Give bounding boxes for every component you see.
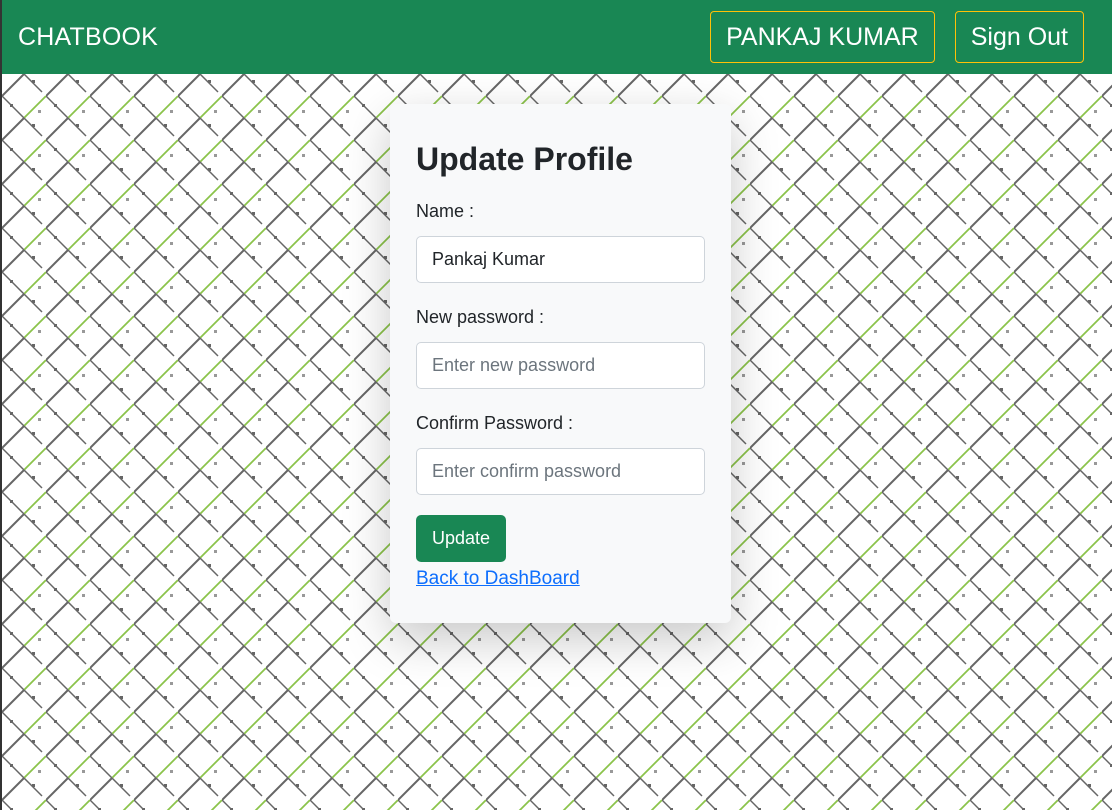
update-profile-card: Update Profile Name : New password : Con…: [390, 104, 731, 623]
user-profile-button[interactable]: PANKAJ KUMAR: [710, 11, 935, 63]
brand-logo[interactable]: CHATBOOK: [18, 23, 710, 52]
name-label: Name :: [416, 201, 475, 222]
top-navbar: CHATBOOK PANKAJ KUMAR Sign Out: [2, 0, 1112, 74]
new-password-label: New password :: [416, 307, 545, 328]
back-to-dashboard-link[interactable]: Back to DashBoard: [416, 568, 580, 590]
page-title: Update Profile: [416, 141, 633, 177]
sign-out-button[interactable]: Sign Out: [954, 11, 1084, 63]
confirm-password-input[interactable]: [416, 448, 705, 496]
name-input[interactable]: [416, 236, 705, 284]
update-button[interactable]: Update: [416, 515, 507, 563]
confirm-password-label: Confirm Password :: [416, 413, 574, 434]
new-password-input[interactable]: [416, 342, 705, 390]
